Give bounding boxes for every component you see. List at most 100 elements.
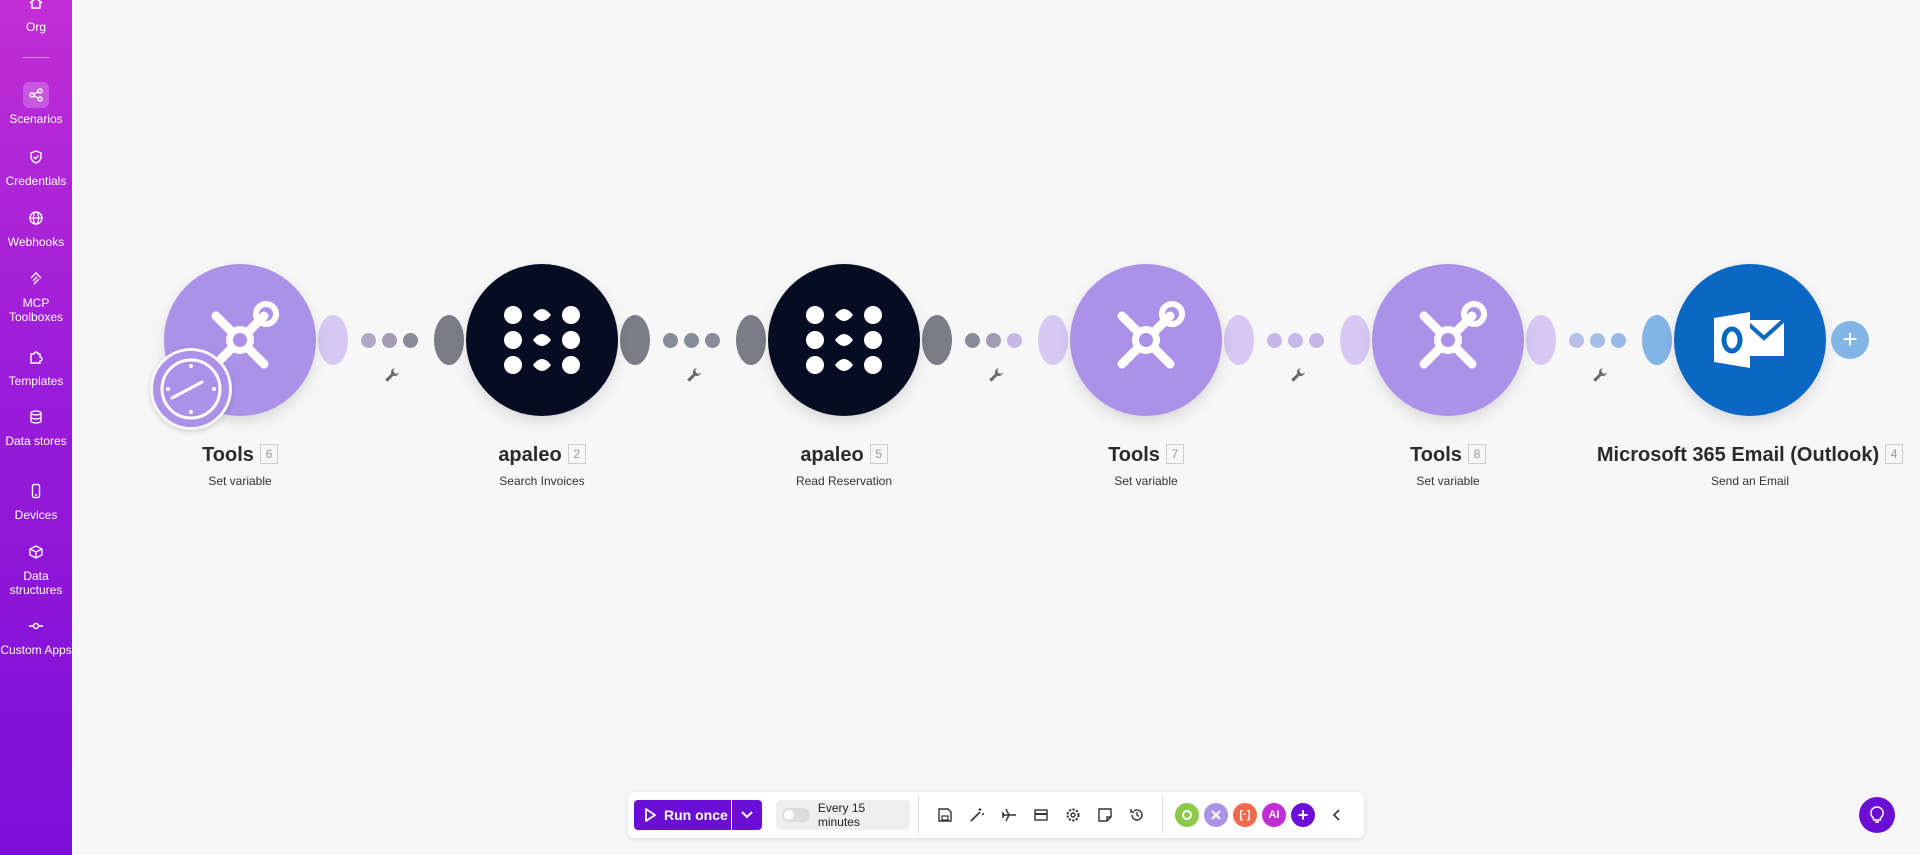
commit-icon	[23, 613, 49, 639]
sidebar-item-label: Data stores	[5, 434, 67, 448]
sidebar-item-label: MCP Toolboxes	[8, 296, 64, 324]
play-icon	[645, 808, 656, 822]
schedule-label: Every 15 minutes	[817, 801, 866, 829]
apaleo-icon	[806, 306, 882, 374]
device-icon	[23, 478, 49, 504]
connector-dot	[663, 333, 678, 348]
sidebar-item-devices[interactable]: Devices	[0, 478, 72, 522]
magic-wand-icon[interactable]	[966, 804, 988, 826]
toolbar-divider	[1162, 796, 1163, 834]
app-chip-ai[interactable]: AI	[1262, 803, 1286, 827]
clock-icon	[160, 358, 222, 420]
shield-check-icon	[23, 144, 49, 170]
sidebar-item-webhooks[interactable]: Webhooks	[0, 205, 72, 249]
sidebar-item-credentials[interactable]: Credentials	[0, 144, 72, 188]
schedule-toggle[interactable]	[782, 808, 810, 822]
schedule-clock[interactable]	[150, 348, 232, 430]
app-chip-parser[interactable]: [·]	[1233, 803, 1257, 827]
app-chip-tools[interactable]	[1204, 803, 1228, 827]
wrench-icon[interactable]	[987, 366, 1005, 384]
connector-lobe	[1038, 315, 1068, 365]
airplane-icon[interactable]	[998, 804, 1020, 826]
apaleo-icon	[504, 306, 580, 374]
module-tools-8[interactable]	[1372, 264, 1524, 416]
mcp-icon	[23, 266, 49, 292]
module-outlook-4[interactable]	[1674, 264, 1826, 416]
sidebar-item-data-stores[interactable]: Data stores	[0, 404, 72, 448]
sidebar-item-label: Devices	[14, 508, 58, 522]
connector-lobe	[1642, 315, 1672, 365]
run-options-button[interactable]	[732, 800, 762, 830]
connector-dot	[361, 333, 376, 348]
sidebar-item-org[interactable]: Org	[0, 0, 72, 34]
module-tools-7[interactable]	[1070, 264, 1222, 416]
sidebar-item-data-structures[interactable]: Data structures	[0, 539, 72, 597]
database-icon	[23, 404, 49, 430]
connector-lobe	[620, 315, 650, 365]
add-app-button[interactable]: +	[1291, 803, 1315, 827]
sidebar-item-label: Custom Apps	[0, 643, 72, 657]
wrench-icon[interactable]	[383, 366, 401, 384]
sidebar-item-custom-apps[interactable]: Custom Apps	[0, 613, 72, 657]
history-icon[interactable]	[1126, 804, 1148, 826]
sidebar-item-label: Org	[25, 20, 46, 34]
connector-dot	[403, 333, 418, 348]
connector-dot	[1590, 333, 1605, 348]
run-once-label: Run once	[664, 807, 728, 823]
module-action: Set variable	[1416, 474, 1480, 488]
module-action: Read Reservation	[795, 474, 893, 488]
connector-lobe	[922, 315, 952, 365]
sidebar-item-label: Data structures	[9, 569, 63, 597]
gear-icon[interactable]	[1062, 804, 1084, 826]
wrench-icon[interactable]	[1591, 366, 1609, 384]
connector-dot	[986, 333, 1001, 348]
chevron-left-icon[interactable]	[1325, 804, 1347, 826]
home-icon	[23, 0, 49, 16]
save-icon[interactable]	[934, 804, 956, 826]
cube-icon	[23, 539, 49, 565]
connector-dot	[1309, 333, 1324, 348]
scenario-canvas[interactable]: Tools 6 Set variable apaleo 2 Search Invoi…	[72, 0, 1920, 855]
module-action: Set variable	[1114, 474, 1178, 488]
sidebar-item-scenarios[interactable]: Scenarios	[0, 82, 72, 126]
connector-dot	[705, 333, 720, 348]
connector-lobe	[318, 315, 348, 365]
connector-dot	[684, 333, 699, 348]
wrench-icon[interactable]	[685, 366, 703, 384]
sidebar-item-mcp-toolboxes[interactable]: MCP Toolboxes	[0, 266, 72, 324]
connector-lobe	[736, 315, 766, 365]
app-chip-gear[interactable]	[1175, 803, 1199, 827]
sidebar-item-label: Webhooks	[7, 235, 65, 249]
run-once-button[interactable]: Run once	[634, 800, 731, 830]
add-module-button[interactable]: +	[1831, 321, 1869, 359]
sidebar-item-label: Credentials	[5, 174, 67, 188]
tools-icon	[1117, 301, 1185, 369]
connector-dot	[1569, 333, 1584, 348]
layout-icon[interactable]	[1030, 804, 1052, 826]
sidebar-item-label: Templates	[8, 374, 64, 388]
module-apaleo-2[interactable]	[466, 264, 618, 416]
note-icon[interactable]	[1094, 804, 1116, 826]
connector-dot	[382, 333, 397, 348]
lightbulb-icon	[1870, 806, 1884, 823]
globe-icon	[23, 205, 49, 231]
scenario-toolbar: Run once Every 15 minutes [·] AI +	[628, 792, 1364, 838]
gear-app-icon	[1182, 810, 1192, 820]
connector-dot	[1007, 333, 1022, 348]
sidebar-item-templates[interactable]: Templates	[0, 344, 72, 388]
wrench-icon[interactable]	[1289, 366, 1307, 384]
module-apaleo-5[interactable]	[768, 264, 920, 416]
puzzle-icon	[23, 344, 49, 370]
connector-lobe	[1224, 315, 1254, 365]
module-title: Microsoft 365 Email (Outlook) 4	[1570, 444, 1920, 467]
tools-app-icon	[1211, 810, 1221, 820]
sidebar-item-label: Scenarios	[9, 112, 63, 126]
chevron-down-icon	[741, 811, 753, 819]
schedule-setting[interactable]: Every 15 minutes	[776, 800, 910, 830]
connector-lobe	[434, 315, 464, 365]
connector-dot	[1267, 333, 1282, 348]
help-button[interactable]	[1859, 797, 1895, 833]
sidebar: Org Scenarios Credentials Webhooks MCP T…	[0, 0, 72, 855]
toolbar-divider	[918, 796, 919, 834]
connector-dot	[1288, 333, 1303, 348]
